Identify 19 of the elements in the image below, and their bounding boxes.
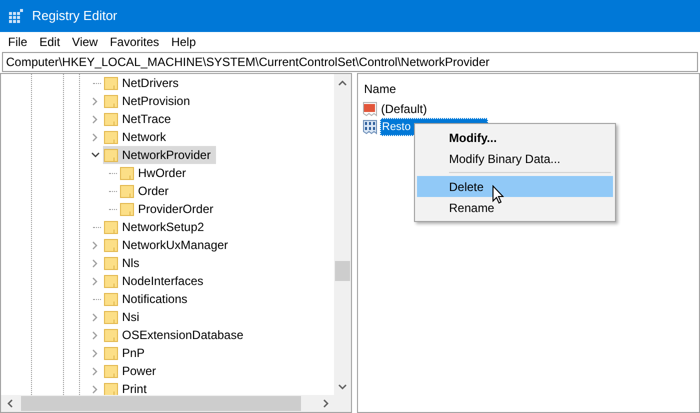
tree-item-label: HwOrder: [138, 165, 186, 182]
tree-item-label: Notifications: [122, 291, 188, 308]
tree-item-label: OSExtensionDatabase: [122, 327, 244, 344]
tree-item-label: NetProvision: [122, 93, 190, 110]
tree-item-label: NetworkProvider: [122, 147, 211, 164]
window-title: Registry Editor: [32, 7, 118, 26]
tree-item-label: NetworkUxManager: [122, 237, 228, 254]
tree-item-label: NodeInterfaces: [122, 273, 204, 290]
tree-item-label: Order: [138, 183, 169, 200]
tree-item-label: Nsi: [122, 309, 140, 326]
tree-item-label: Nls: [122, 255, 140, 272]
tree-item-label: Network: [122, 129, 166, 146]
tree-item-label: ProviderOrder: [138, 201, 214, 218]
tree-item-label: NetworkSetup2: [122, 219, 204, 236]
tree-item-label: Power: [122, 363, 156, 380]
tree-item-label: NetTrace: [122, 111, 171, 128]
tree-item-label: Print: [122, 381, 147, 395]
tree-item-label: NetDrivers: [122, 75, 179, 92]
tree-item-label: PnP: [122, 345, 145, 362]
